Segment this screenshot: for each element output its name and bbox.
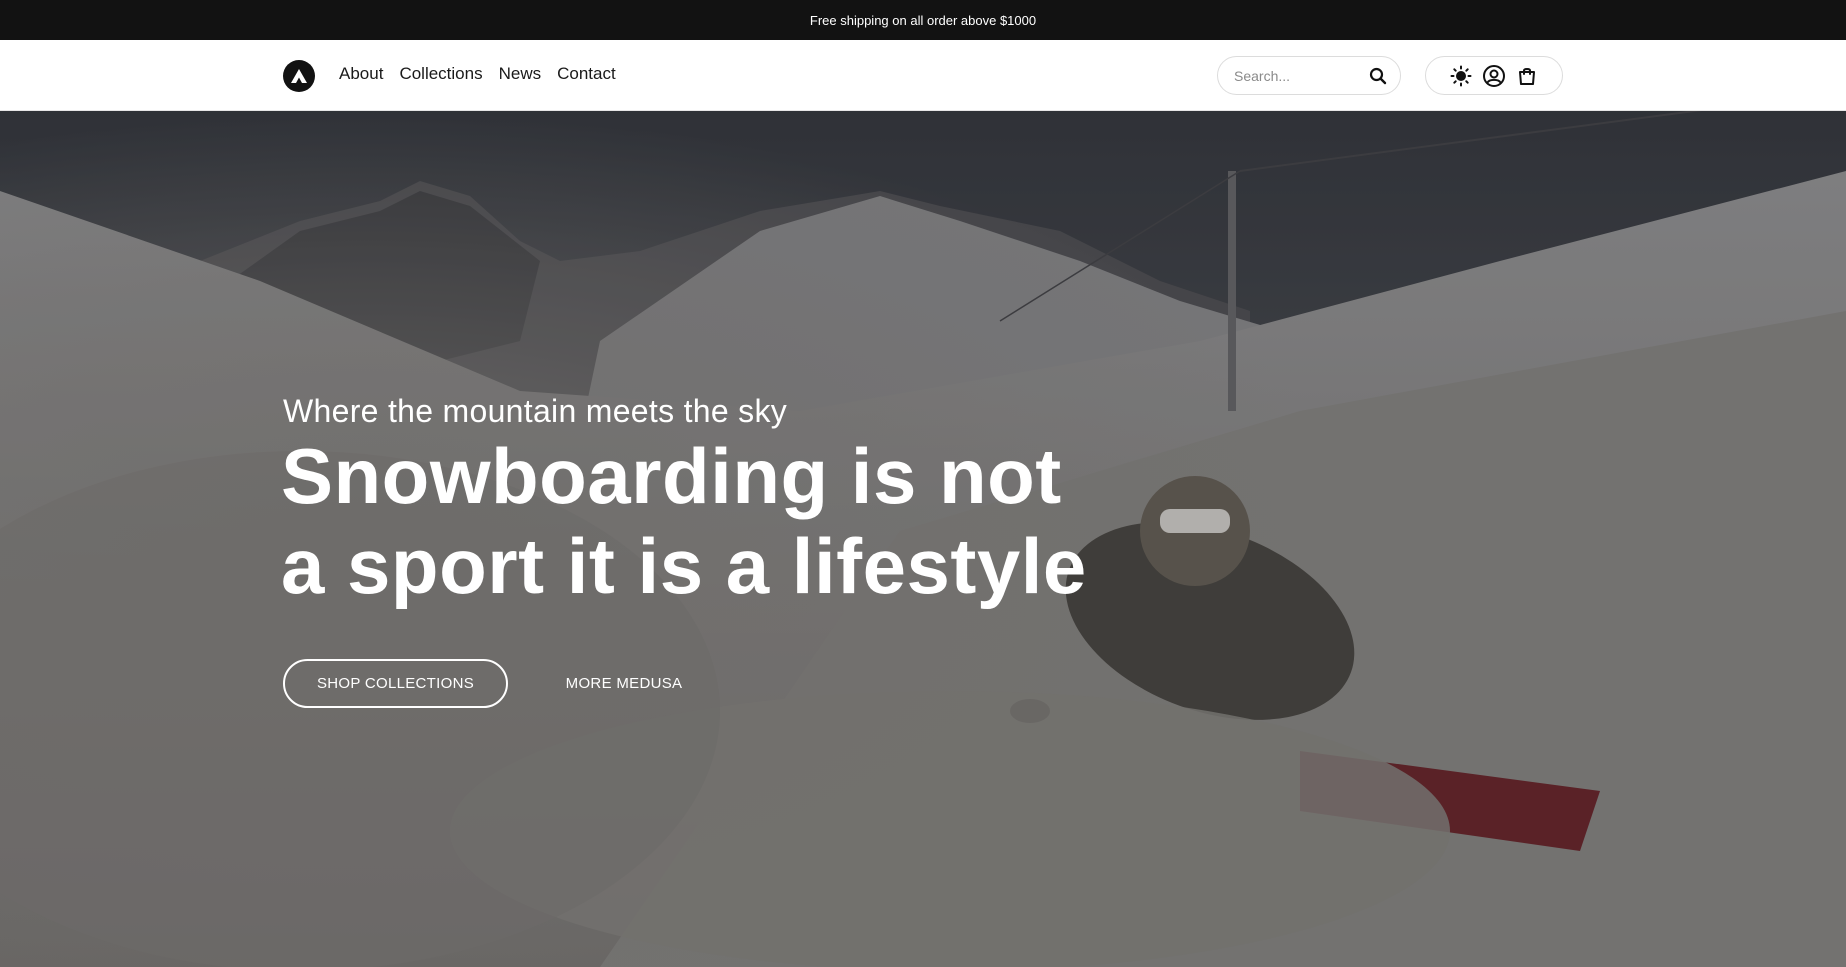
nav-collections[interactable]: Collections xyxy=(399,64,482,84)
logo-icon[interactable] xyxy=(283,60,315,92)
hero-tagline: Where the mountain meets the sky xyxy=(283,393,788,429)
account-icon[interactable] xyxy=(1482,64,1506,88)
search-box xyxy=(1217,56,1401,95)
hero-section: Where the mountain meets the sky Snowboa… xyxy=(0,111,1846,967)
hero-headline-line-1: Snowboarding is not xyxy=(281,432,1062,520)
announcement-text: Free shipping on all order above $1000 xyxy=(809,12,1037,28)
hero-headline: Snowboarding is not a sport it is a life… xyxy=(281,431,1181,611)
main-nav: About Collections News Contact xyxy=(339,64,616,84)
search-icon[interactable] xyxy=(1368,66,1388,86)
nav-contact[interactable]: Contact xyxy=(557,64,616,84)
hero-headline-line-2: a sport it is a lifestyle xyxy=(281,522,1087,610)
sun-icon[interactable] xyxy=(1449,64,1473,88)
shop-collections-button[interactable]: SHOP COLLECTIONS xyxy=(283,659,508,708)
search-input[interactable] xyxy=(1234,67,1364,84)
more-medusa-button[interactable]: MORE MEDUSA xyxy=(560,659,688,708)
site-header: About Collections News Contact xyxy=(0,40,1846,111)
header-actions xyxy=(1425,56,1563,95)
logo-mark xyxy=(291,69,307,83)
nav-news[interactable]: News xyxy=(499,64,542,84)
nav-about[interactable]: About xyxy=(339,64,383,84)
announcement-bar: Free shipping on all order above $1000 xyxy=(0,0,1846,40)
bag-icon[interactable] xyxy=(1515,64,1539,88)
